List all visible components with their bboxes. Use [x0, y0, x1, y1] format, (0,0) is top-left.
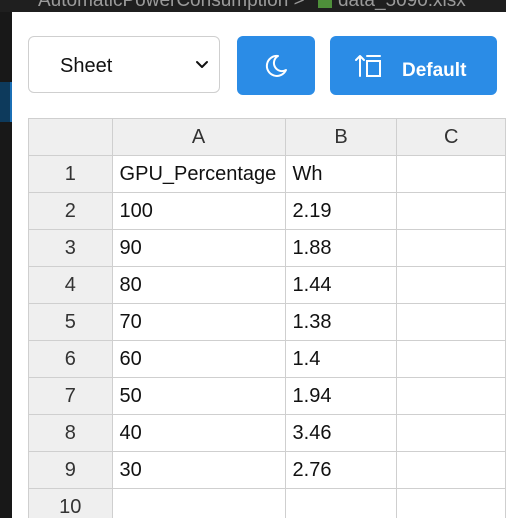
- cell[interactable]: 50: [111, 377, 286, 415]
- theme-toggle-button[interactable]: [237, 36, 315, 95]
- excel-file-icon: [317, 0, 332, 8]
- cell[interactable]: 2.76: [284, 451, 398, 489]
- column-header-b[interactable]: B: [284, 118, 398, 156]
- row-header[interactable]: 7: [28, 377, 113, 415]
- table-row: 10: [28, 488, 506, 518]
- cell[interactable]: 1.88: [284, 229, 398, 267]
- moon-icon: [265, 54, 287, 77]
- cell[interactable]: [396, 266, 506, 304]
- table-row: 2 100 2.19: [28, 192, 506, 230]
- cell[interactable]: [396, 229, 506, 267]
- breadcrumb-folder[interactable]: AutomaticPowerConsumption: [38, 0, 288, 11]
- editor-breadcrumb-bar: AutomaticPowerConsumption > data_5090.xl…: [0, 0, 506, 12]
- cell[interactable]: [111, 488, 286, 518]
- cell[interactable]: [396, 340, 506, 378]
- cell[interactable]: 30: [111, 451, 286, 489]
- table-row: 8 40 3.46: [28, 414, 506, 452]
- cell[interactable]: [396, 303, 506, 341]
- cell[interactable]: GPU_Percentage: [111, 155, 286, 193]
- cell[interactable]: 1.4: [284, 340, 398, 378]
- sheet-select-value: Sheet: [60, 55, 113, 77]
- cell[interactable]: 40: [111, 414, 286, 452]
- cell[interactable]: [396, 414, 506, 452]
- corner-cell[interactable]: [28, 118, 113, 156]
- table-row: 3 90 1.88: [28, 229, 506, 267]
- row-header[interactable]: 8: [28, 414, 113, 452]
- cell[interactable]: 2.19: [284, 192, 398, 230]
- cell[interactable]: [396, 488, 506, 518]
- cell[interactable]: [284, 488, 398, 518]
- cell[interactable]: [396, 451, 506, 489]
- cell[interactable]: 70: [111, 303, 286, 341]
- cell[interactable]: [396, 377, 506, 415]
- row-header[interactable]: 9: [28, 451, 113, 489]
- row-header[interactable]: 6: [28, 340, 113, 378]
- cell[interactable]: 1.44: [284, 266, 398, 304]
- cell[interactable]: 1.94: [284, 377, 398, 415]
- breadcrumb: AutomaticPowerConsumption > data_5090.xl…: [38, 0, 466, 12]
- row-header[interactable]: 3: [28, 229, 113, 267]
- column-header-c[interactable]: C: [396, 118, 506, 156]
- table-row: 4 80 1.44: [28, 266, 506, 304]
- gutter-marker: [0, 82, 12, 122]
- row-header[interactable]: 1: [28, 155, 113, 193]
- cell[interactable]: 3.46: [284, 414, 398, 452]
- breadcrumb-file[interactable]: data_5090.xlsx: [338, 0, 466, 11]
- default-button-label: Default: [402, 60, 467, 81]
- spreadsheet-grid: A B C 1 GPU_Percentage Wh 2 100 2.19 3 9…: [28, 118, 506, 518]
- cell[interactable]: [396, 155, 506, 193]
- sort-icon: [355, 55, 381, 77]
- cell[interactable]: 60: [111, 340, 286, 378]
- cell[interactable]: [396, 192, 506, 230]
- row-header[interactable]: 5: [28, 303, 113, 341]
- breadcrumb-separator: >: [293, 0, 305, 11]
- cell[interactable]: 1.38: [284, 303, 398, 341]
- sheet-select[interactable]: Sheet: [28, 36, 220, 93]
- table-row: 1 GPU_Percentage Wh: [28, 155, 506, 193]
- table-row: 6 60 1.4: [28, 340, 506, 378]
- table-row: 9 30 2.76: [28, 451, 506, 489]
- cell[interactable]: 100: [111, 192, 286, 230]
- cell[interactable]: Wh: [284, 155, 398, 193]
- cell[interactable]: 90: [111, 229, 286, 267]
- column-header-a[interactable]: A: [111, 118, 286, 156]
- table-row: 7 50 1.94: [28, 377, 506, 415]
- default-sort-button[interactable]: Default: [330, 36, 497, 95]
- chevron-down-icon: [196, 61, 208, 68]
- row-header[interactable]: 2: [28, 192, 113, 230]
- editor-gutter: [0, 12, 12, 518]
- row-header[interactable]: 4: [28, 266, 113, 304]
- row-header[interactable]: 10: [28, 488, 113, 518]
- spreadsheet-viewer: Sheet Default A B C 1 GPU_Percentage Wh …: [12, 12, 506, 518]
- cell[interactable]: 80: [111, 266, 286, 304]
- table-row: 5 70 1.38: [28, 303, 506, 341]
